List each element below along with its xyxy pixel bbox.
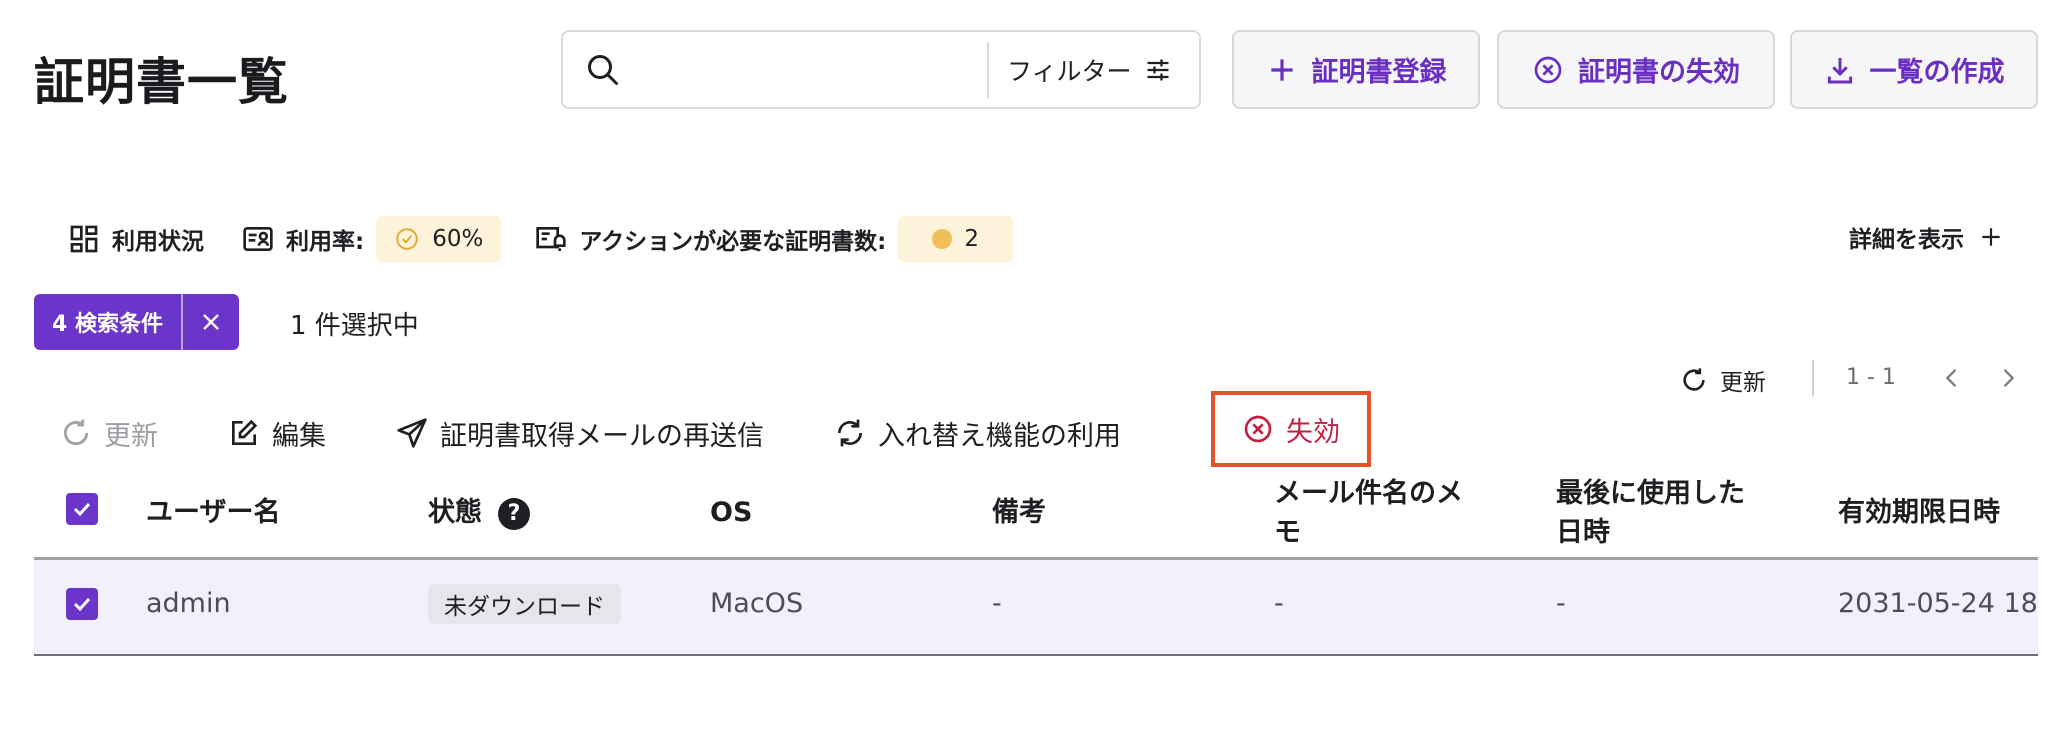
column-mail-subject-memo[interactable]: メール件名のメ モ [1274, 474, 1463, 552]
search-divider [987, 42, 989, 98]
column-last-used-line1: 最後に使用した [1556, 478, 1745, 509]
revoke-certificate-label: 証明書の失効 [1578, 57, 1740, 88]
clear-conditions-button[interactable] [183, 294, 239, 350]
cell-os: MacOS [710, 588, 804, 619]
refresh-icon [1683, 368, 1705, 391]
usage-rate: 利用率: 60% [242, 216, 502, 262]
edit-icon [232, 419, 258, 445]
revoke-certificate-button[interactable]: 証明書の失効 [1497, 30, 1775, 109]
search-conditions-label: 4 検索条件 [34, 294, 183, 350]
action-toolbar: 更新 編集 証明書取得メールの再送信 入れ替え機能の利用 [60, 400, 1191, 466]
search-conditions-chip[interactable]: 4 検索条件 [34, 294, 239, 350]
check-icon [73, 502, 91, 517]
toolbar-replace-label: 入れ替え機能の利用 [878, 420, 1121, 452]
usage-rate-badge: 60% [376, 216, 502, 262]
usage-summary: 利用状況 利用率: 60% アクションが必要な証明書数: 2 [68, 216, 1014, 262]
usage-rate-label: 利用率: [286, 229, 365, 255]
check-icon [73, 597, 91, 612]
alert-list-icon [536, 227, 566, 251]
chevron-left-icon[interactable] [1938, 364, 1966, 392]
warning-dot-icon [932, 229, 953, 249]
plus-icon [1270, 58, 1293, 81]
refresh-list-button[interactable]: 更新 [1680, 363, 1766, 397]
show-details-button[interactable]: 詳細を表示 [1849, 220, 2004, 254]
toolbar-edit-button[interactable]: 編集 [228, 414, 326, 453]
table-row[interactable]: admin 未ダウンロード MacOS - - - 2031-05-24 18:… [34, 560, 2038, 656]
table-header: ユーザー名 状態? OS 備考 メール件名のメ モ 最後に使用した 日時 有効期… [34, 470, 2038, 560]
show-details-label: 詳細を表示 [1849, 227, 1964, 253]
register-certificate-button[interactable]: 証明書登録 [1232, 30, 1480, 109]
chevron-right-icon[interactable] [1994, 364, 2022, 392]
toolbar-revoke-label: 失効 [1286, 416, 1340, 448]
column-mail-subject-memo-line1: メール件名のメ [1274, 478, 1463, 509]
status-badge: 未ダウンロード [428, 584, 621, 624]
column-mail-subject-memo-line2: モ [1274, 517, 1301, 548]
column-notes[interactable]: 備考 [992, 493, 1046, 532]
certificate-table: ユーザー名 状態? OS 備考 メール件名のメ モ 最後に使用した 日時 有効期… [34, 470, 2038, 656]
toolbar-replace-button[interactable]: 入れ替え機能の利用 [834, 414, 1121, 453]
search-input[interactable] [639, 44, 1039, 96]
action-required-count: 2 [964, 226, 980, 252]
circle-x-icon [1244, 415, 1272, 443]
close-icon [203, 314, 219, 330]
dashboard-icon [70, 225, 98, 253]
refresh-list-label: 更新 [1720, 370, 1766, 396]
toolbar-revoke-button[interactable]: 失効 [1211, 391, 1371, 467]
export-list-label: 一覧の作成 [1869, 57, 2005, 88]
toolbar-refresh-label: 更新 [104, 420, 158, 452]
column-status-label: 状態 [428, 497, 482, 528]
page-title: 証明書一覧 [34, 53, 289, 111]
toolbar-edit-label: 編集 [272, 420, 326, 452]
column-last-used-line2: 日時 [1556, 517, 1610, 548]
cell-expiry: 2031-05-24 18:… [1838, 588, 2038, 619]
column-last-used[interactable]: 最後に使用した 日時 [1556, 474, 1745, 552]
column-expiry[interactable]: 有効期限日時 [1838, 493, 2000, 532]
plus-icon [1982, 228, 2000, 246]
column-os[interactable]: OS [710, 493, 752, 532]
cell-notes: - [992, 588, 1002, 619]
action-required-badge: 2 [898, 216, 1014, 262]
pagination-divider [1812, 360, 1814, 396]
cell-mail-subject-memo: - [1274, 588, 1284, 619]
cell-last-used: - [1556, 588, 1566, 619]
column-username[interactable]: ユーザー名 [146, 493, 280, 532]
sliders-icon [1147, 59, 1169, 80]
download-icon [1827, 57, 1852, 83]
help-icon[interactable]: ? [498, 497, 530, 530]
send-icon [397, 418, 427, 448]
pagination-range: 1 - 1 [1846, 365, 1896, 390]
circle-x-icon [1534, 56, 1562, 83]
refresh-icon [63, 419, 89, 446]
toolbar-resend-label: 証明書取得メールの再送信 [440, 420, 764, 452]
search-icon [588, 55, 618, 85]
usage-status-label: 利用状況 [112, 229, 204, 255]
toolbar-refresh-button[interactable]: 更新 [60, 414, 158, 453]
row-checkbox[interactable] [66, 588, 98, 620]
search-box[interactable]: フィルター [561, 30, 1201, 109]
action-required: アクションが必要な証明書数: 2 [535, 216, 1014, 262]
register-certificate-label: 証明書登録 [1311, 57, 1447, 88]
filter-button[interactable]: フィルター [1007, 32, 1172, 107]
filter-label: フィルター [1007, 56, 1132, 86]
check-circle-icon [396, 228, 418, 250]
action-required-label: アクションが必要な証明書数: [579, 229, 887, 255]
column-status[interactable]: 状態? [428, 493, 530, 532]
select-all-checkbox[interactable] [66, 493, 98, 525]
selected-count: 1 件選択中 [290, 311, 419, 341]
cell-username: admin [146, 588, 231, 619]
export-list-button[interactable]: 一覧の作成 [1790, 30, 2038, 109]
usage-rate-value: 60% [432, 226, 484, 252]
sync-icon [838, 419, 862, 447]
id-card-icon [243, 227, 273, 251]
toolbar-resend-button[interactable]: 証明書取得メールの再送信 [396, 414, 764, 453]
usage-status: 利用状況 [68, 222, 204, 256]
